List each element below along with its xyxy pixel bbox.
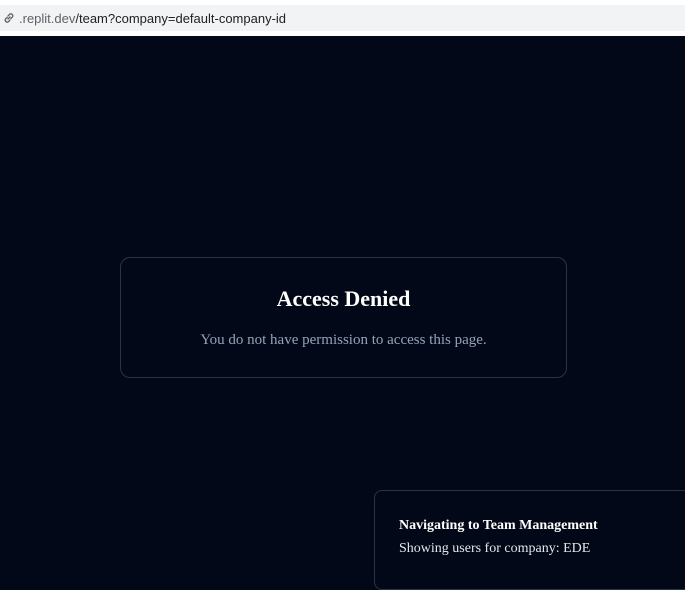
url-path: /team?company=default-company-id <box>75 10 287 26</box>
link-icon <box>2 11 16 25</box>
url-field[interactable]: .replit.dev/team?company=default-company… <box>0 5 685 31</box>
navigation-toast[interactable]: Navigating to Team Management Showing us… <box>374 490 685 590</box>
url-host: .replit.dev <box>19 10 76 26</box>
access-denied-message: You do not have permission to access thi… <box>200 332 487 348</box>
browser-address-bar: .replit.dev/team?company=default-company… <box>0 0 685 36</box>
page-content: Access Denied You do not have permission… <box>0 36 685 590</box>
access-denied-card: Access Denied You do not have permission… <box>120 257 567 378</box>
toast-title: Navigating to Team Management <box>399 518 598 533</box>
toast-description: Showing users for company: EDE <box>399 541 591 556</box>
access-denied-title: Access Denied <box>276 286 411 311</box>
